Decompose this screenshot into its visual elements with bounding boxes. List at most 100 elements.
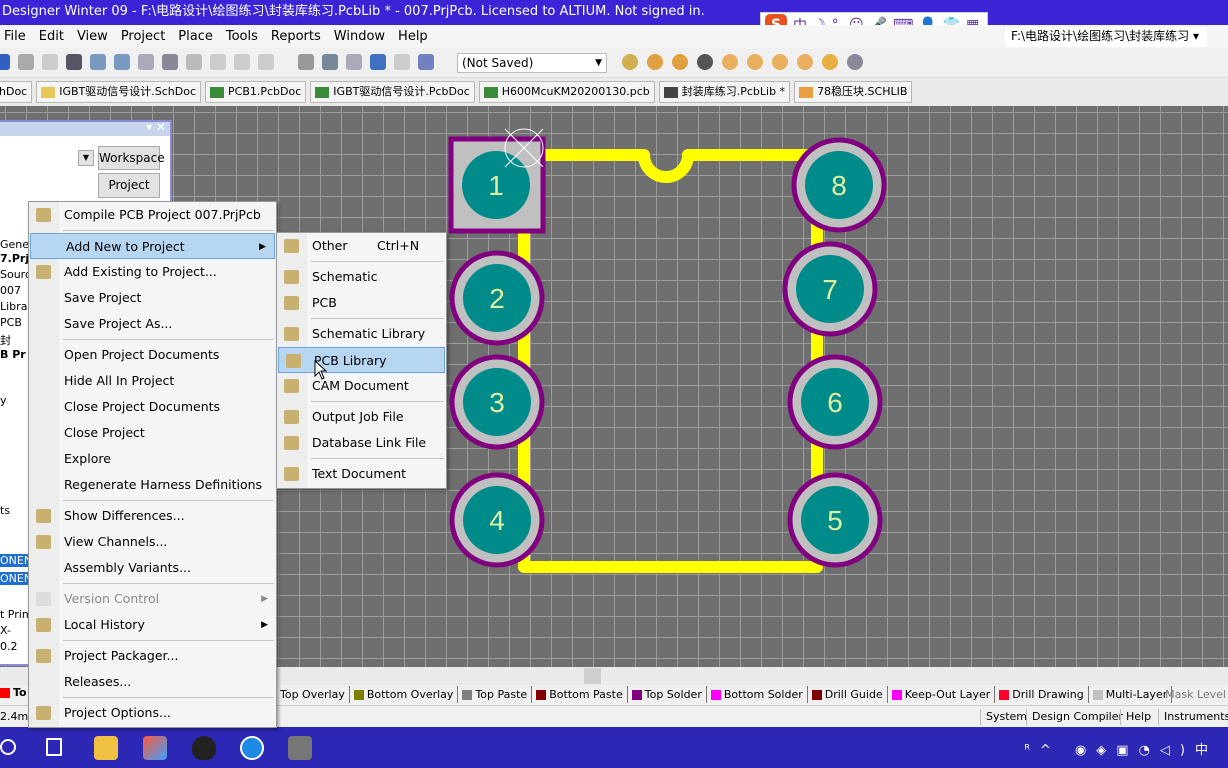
toolbar-button[interactable] bbox=[114, 54, 130, 70]
toolbar-button[interactable] bbox=[138, 54, 154, 70]
layer-tab[interactable]: Bottom Overlay bbox=[350, 686, 459, 703]
document-tab[interactable]: hDoc bbox=[0, 81, 33, 103]
pad-8[interactable]: 8 bbox=[791, 137, 887, 233]
place-tool-button[interactable] bbox=[797, 54, 813, 70]
project-button[interactable]: Project bbox=[98, 173, 160, 198]
menu-item-database-link-file[interactable]: Database Link File bbox=[277, 430, 446, 456]
menu-item-pcb-library[interactable]: PCB Library bbox=[278, 347, 445, 373]
panel-tree-item[interactable]: 0.2 bbox=[0, 640, 18, 653]
toolbar-button[interactable] bbox=[298, 54, 314, 70]
menu-item-save-project-as[interactable]: Save Project As... bbox=[29, 311, 276, 337]
pad-3[interactable]: 3 bbox=[449, 354, 545, 450]
menu-item-version-control[interactable]: Version Control ▶ bbox=[29, 586, 276, 612]
menu-item-pcb[interactable]: PCB bbox=[277, 290, 446, 316]
path-combo[interactable]: F:\电路设计\绘图练习\封装库练习 ▾ bbox=[1005, 27, 1207, 47]
status-button[interactable]: Instruments bbox=[1158, 709, 1228, 725]
layer-tab[interactable]: Top Overlay bbox=[276, 686, 350, 703]
menu-item-project-options[interactable]: Project Options... bbox=[29, 700, 276, 726]
pad-2[interactable]: 2 bbox=[449, 250, 545, 346]
panel-tree-item[interactable]: 封 bbox=[0, 332, 11, 348]
place-tool-button[interactable] bbox=[622, 54, 638, 70]
document-tab[interactable]: 封装库练习.PcbLib * bbox=[658, 81, 791, 103]
menu-item-add-existing-to-project[interactable]: Add Existing to Project... bbox=[29, 259, 276, 285]
menu-window[interactable]: Window bbox=[330, 29, 394, 44]
layer-tab[interactable]: Top Paste bbox=[458, 686, 533, 703]
menu-item-text-document[interactable]: Text Document bbox=[277, 461, 446, 487]
menu-item-open-project-documents[interactable]: Open Project Documents bbox=[29, 342, 276, 368]
menu-reports[interactable]: Reports bbox=[267, 29, 330, 44]
toolbar-button[interactable] bbox=[42, 54, 58, 70]
menu-item-show-differences[interactable]: Show Differences... bbox=[29, 503, 276, 529]
toolbar-button[interactable] bbox=[90, 54, 106, 70]
status-button[interactable]: Design Compiler bbox=[1026, 709, 1128, 725]
toolbar-button[interactable] bbox=[258, 54, 274, 70]
app-icon[interactable] bbox=[143, 736, 167, 760]
menu-place[interactable]: Place bbox=[174, 29, 222, 44]
layer-tab[interactable]: Keep-Out Layer bbox=[888, 686, 996, 703]
menu-item-compile-pcb-project-007-prjpcb[interactable]: Compile PCB Project 007.PrjPcb bbox=[29, 202, 276, 228]
workspace-dropdown[interactable]: ▼ bbox=[78, 150, 94, 166]
place-tool-button[interactable] bbox=[697, 54, 713, 70]
layer-tab[interactable]: Bottom Solder bbox=[707, 686, 808, 703]
pad-5[interactable]: 5 bbox=[787, 472, 883, 568]
toolbar-button[interactable] bbox=[0, 54, 10, 70]
toolbar-button[interactable] bbox=[186, 54, 202, 70]
pad-7[interactable]: 7 bbox=[782, 241, 878, 337]
panel-tree-item[interactable]: y bbox=[0, 394, 7, 407]
menu-help[interactable]: Help bbox=[394, 29, 437, 44]
document-tab[interactable]: 78稳压块.SCHLIB bbox=[794, 81, 913, 103]
menu-item-save-project[interactable]: Save Project bbox=[29, 285, 276, 311]
workspace-button[interactable]: Workspace bbox=[98, 146, 165, 170]
place-tool-button[interactable] bbox=[847, 54, 863, 70]
document-tab[interactable]: PCB1.PcbDoc bbox=[205, 81, 307, 103]
menu-item-releases[interactable]: Releases... bbox=[29, 669, 276, 695]
mask-level-button[interactable]: Mask Level bbox=[1165, 688, 1226, 701]
toolbar-button[interactable] bbox=[210, 54, 226, 70]
menu-item-assembly-variants[interactable]: Assembly Variants... bbox=[29, 555, 276, 581]
menu-item-close-project-documents[interactable]: Close Project Documents bbox=[29, 394, 276, 420]
layer-tab[interactable]: Drill Drawing bbox=[995, 686, 1089, 703]
sogou-browser-icon[interactable] bbox=[240, 736, 264, 760]
menu-item-project-packager[interactable]: Project Packager... bbox=[29, 643, 276, 669]
menu-item-local-history[interactable]: Local History ▶ bbox=[29, 612, 276, 638]
toolbar-button[interactable] bbox=[162, 54, 178, 70]
layer-tab[interactable]: Drill Guide bbox=[808, 686, 888, 703]
menu-edit[interactable]: Edit bbox=[35, 29, 73, 44]
panel-tree-item[interactable]: ts bbox=[0, 504, 10, 517]
place-tool-button[interactable] bbox=[747, 54, 763, 70]
menu-item-add-new-to-project[interactable]: Add New to Project ▶ bbox=[30, 233, 275, 259]
view-config-select[interactable]: (Not Saved) ▼ bbox=[457, 53, 607, 73]
toolbar-button[interactable] bbox=[322, 54, 338, 70]
layer-tab[interactable]: Multi-Layer bbox=[1089, 686, 1173, 703]
top-layer-tab[interactable]: To bbox=[0, 686, 27, 699]
place-tool-button[interactable] bbox=[822, 54, 838, 70]
qq-icon[interactable] bbox=[192, 736, 216, 760]
toolbar-button[interactable] bbox=[18, 54, 34, 70]
toolbar-button[interactable] bbox=[66, 54, 82, 70]
menu-item-hide-all-in-project[interactable]: Hide All In Project bbox=[29, 368, 276, 394]
toolbar-button[interactable] bbox=[370, 54, 386, 70]
place-tool-button[interactable] bbox=[672, 54, 688, 70]
status-button[interactable]: System bbox=[980, 709, 1032, 725]
panel-tree-item[interactable]: X- bbox=[0, 624, 11, 637]
menu-item-schematic-library[interactable]: Schematic Library bbox=[277, 321, 446, 347]
layer-tab[interactable]: Top Solder bbox=[628, 686, 707, 703]
menu-file[interactable]: File bbox=[0, 29, 35, 44]
toolbar-button[interactable] bbox=[394, 54, 410, 70]
panel-tree-item[interactable]: PCB bbox=[0, 316, 22, 329]
menu-item-output-job-file[interactable]: Output Job File bbox=[277, 404, 446, 430]
scroll-thumb[interactable] bbox=[584, 668, 601, 684]
toolbar-button[interactable] bbox=[346, 54, 362, 70]
layer-tab[interactable]: Bottom Paste bbox=[532, 686, 628, 703]
pad-4[interactable]: 4 bbox=[449, 472, 545, 568]
menu-item-explore[interactable]: Explore bbox=[29, 446, 276, 472]
search-icon[interactable] bbox=[0, 739, 16, 755]
task-view-icon[interactable] bbox=[46, 738, 62, 756]
file-explorer-icon[interactable] bbox=[94, 736, 118, 760]
document-tab[interactable]: IGBT驱动信号设计.PcbDoc bbox=[310, 81, 475, 103]
menu-item-close-project[interactable]: Close Project bbox=[29, 420, 276, 446]
menu-item-schematic[interactable]: Schematic bbox=[277, 264, 446, 290]
menu-item-other[interactable]: Other Ctrl+N bbox=[277, 233, 446, 259]
menu-project[interactable]: Project bbox=[117, 29, 174, 44]
menu-item-view-channels[interactable]: View Channels... bbox=[29, 529, 276, 555]
